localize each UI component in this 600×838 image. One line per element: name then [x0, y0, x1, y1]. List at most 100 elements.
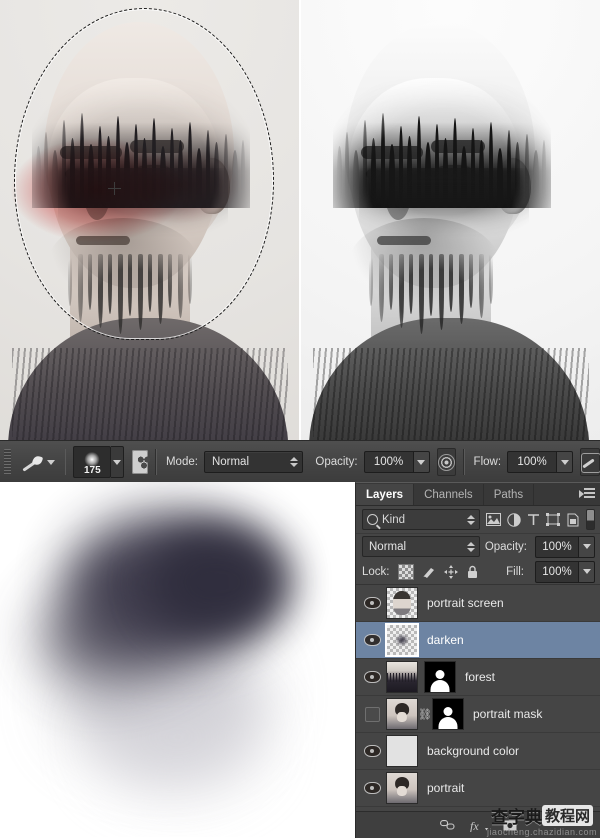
stepper-icon[interactable] [290, 457, 299, 467]
lock-fill-row: Lock: Fill: 100% [356, 559, 600, 585]
fill-chevron-icon[interactable] [579, 560, 595, 583]
layer-thumbnail[interactable] [385, 623, 419, 657]
smart-object-filter-icon[interactable] [566, 511, 580, 528]
layer-name[interactable]: background color [427, 744, 519, 758]
lock-position-icon[interactable] [443, 564, 458, 579]
stepper-icon[interactable] [467, 514, 475, 525]
flow-chevron-icon[interactable] [557, 451, 574, 473]
eye-icon [363, 782, 381, 794]
lock-all-icon[interactable] [466, 565, 480, 579]
eye-icon [363, 671, 381, 683]
layer-thumbnail[interactable] [386, 772, 418, 804]
mode-label: Mode: [165, 456, 198, 468]
layer-thumbnail[interactable] [386, 698, 418, 730]
layer-opacity-value[interactable]: 100% [535, 535, 579, 558]
table-row[interactable]: portrait screen [356, 585, 600, 622]
soft-brush-blob [25, 492, 328, 792]
separator [64, 449, 67, 475]
chevron-down-icon[interactable] [46, 459, 55, 465]
adjustment-filter-icon[interactable] [507, 511, 521, 528]
brush-preset-picker[interactable]: 175 [73, 446, 125, 478]
link-mask-icon[interactable]: ⛓ [418, 708, 432, 721]
brush-stroke-preview-canvas[interactable] [0, 482, 355, 837]
layer-mask-thumbnail[interactable] [432, 698, 464, 730]
fill-field[interactable]: 100% [535, 560, 595, 583]
brush-size-value: 175 [83, 465, 101, 476]
opacity-value[interactable]: 100% [363, 451, 414, 473]
tab-channels[interactable]: Channels [414, 484, 484, 505]
layer-opacity-chevron-icon[interactable] [579, 535, 595, 558]
blend-mode-value: Normal [211, 456, 249, 468]
table-row[interactable]: ⛓ portrait mask [356, 696, 600, 733]
filter-kind-select[interactable]: Kind [362, 509, 480, 530]
panel-menu-icon[interactable] [579, 488, 595, 500]
lock-transparency-icon[interactable] [397, 563, 414, 580]
lock-label: Lock: [362, 565, 390, 578]
table-row[interactable]: background color [356, 733, 600, 770]
shape-filter-icon[interactable] [546, 511, 561, 528]
brush-panel-toggle-icon[interactable] [132, 450, 153, 474]
eye-icon [363, 634, 381, 646]
pixel-filter-icon[interactable] [486, 511, 501, 528]
coat-texture [12, 348, 288, 440]
layer-name[interactable]: forest [465, 670, 495, 684]
tab-layers[interactable]: Layers [356, 484, 415, 505]
eye-icon [363, 597, 381, 609]
layers-panel: Layers Channels Paths Kind Normal Opacit… [355, 482, 600, 838]
airbrush-icon[interactable] [436, 448, 456, 476]
layer-list: portrait screen darken forest ⛓ portrait… [356, 585, 600, 807]
table-row[interactable]: portrait [356, 770, 600, 807]
flow-field[interactable]: 100% [507, 451, 574, 473]
tab-paths[interactable]: Paths [484, 484, 535, 505]
brush-preset-chevron-icon[interactable] [111, 446, 125, 478]
blend-opacity-row: Normal Opacity: 100% [356, 534, 600, 559]
link-layers-icon[interactable] [440, 820, 455, 830]
layer-name[interactable]: darken [427, 633, 464, 647]
brush-preset-thumbnail[interactable]: 175 [73, 446, 112, 478]
options-bar-grip[interactable] [4, 449, 11, 475]
filter-toggle-icon[interactable] [586, 509, 595, 530]
photoshop-window: 175 Mode: Normal Opacity: 100% Flow: 100… [0, 0, 600, 838]
layer-opacity-label: Opacity: [484, 540, 527, 553]
layer-name[interactable]: portrait mask [473, 707, 542, 721]
panel-tab-bar: Layers Channels Paths [356, 483, 600, 506]
type-filter-icon[interactable] [527, 511, 540, 528]
portrait-artwork-after [309, 18, 589, 440]
layer-mask-thumbnail[interactable] [424, 661, 456, 693]
layer-blend-mode-select[interactable]: Normal [362, 536, 480, 557]
layer-opacity-field[interactable]: 100% [535, 535, 595, 558]
fill-label: Fill: [506, 565, 524, 578]
lock-image-icon[interactable] [422, 565, 436, 579]
layer-visibility-toggle[interactable] [358, 706, 386, 722]
layer-filter-row: Kind [356, 506, 600, 534]
stepper-icon[interactable] [466, 541, 475, 552]
fill-value[interactable]: 100% [535, 560, 579, 583]
flow-value[interactable]: 100% [507, 451, 558, 473]
blend-mode-select[interactable]: Normal [203, 451, 304, 473]
document-after[interactable] [299, 0, 600, 440]
document-canvas-area [0, 0, 600, 440]
tablet-pressure-icon[interactable] [580, 448, 600, 476]
document-before[interactable] [0, 0, 299, 440]
opacity-field[interactable]: 100% [363, 451, 430, 473]
opacity-label: Opacity: [315, 456, 358, 468]
forest-inner-shadow [58, 168, 228, 238]
brush-tool-button[interactable] [17, 449, 58, 475]
separator [155, 449, 157, 475]
layer-style-fx-icon[interactable]: fx [470, 819, 488, 832]
table-row[interactable]: forest [356, 659, 600, 696]
layer-thumbnail[interactable] [386, 587, 418, 619]
flow-label: Flow: [473, 456, 502, 468]
forest-inner-shadow [359, 168, 529, 238]
opacity-chevron-icon[interactable] [413, 451, 430, 473]
coat-texture [313, 348, 589, 440]
table-row[interactable]: darken [356, 622, 600, 659]
add-mask-icon[interactable] [503, 820, 517, 831]
layer-thumbnail[interactable] [386, 661, 418, 693]
layer-name[interactable]: portrait [427, 781, 464, 795]
layer-name[interactable]: portrait screen [427, 596, 504, 610]
eye-icon [363, 745, 381, 757]
layer-thumbnail[interactable] [386, 735, 418, 767]
layers-panel-footer: fx [356, 811, 600, 838]
separator [462, 449, 465, 475]
